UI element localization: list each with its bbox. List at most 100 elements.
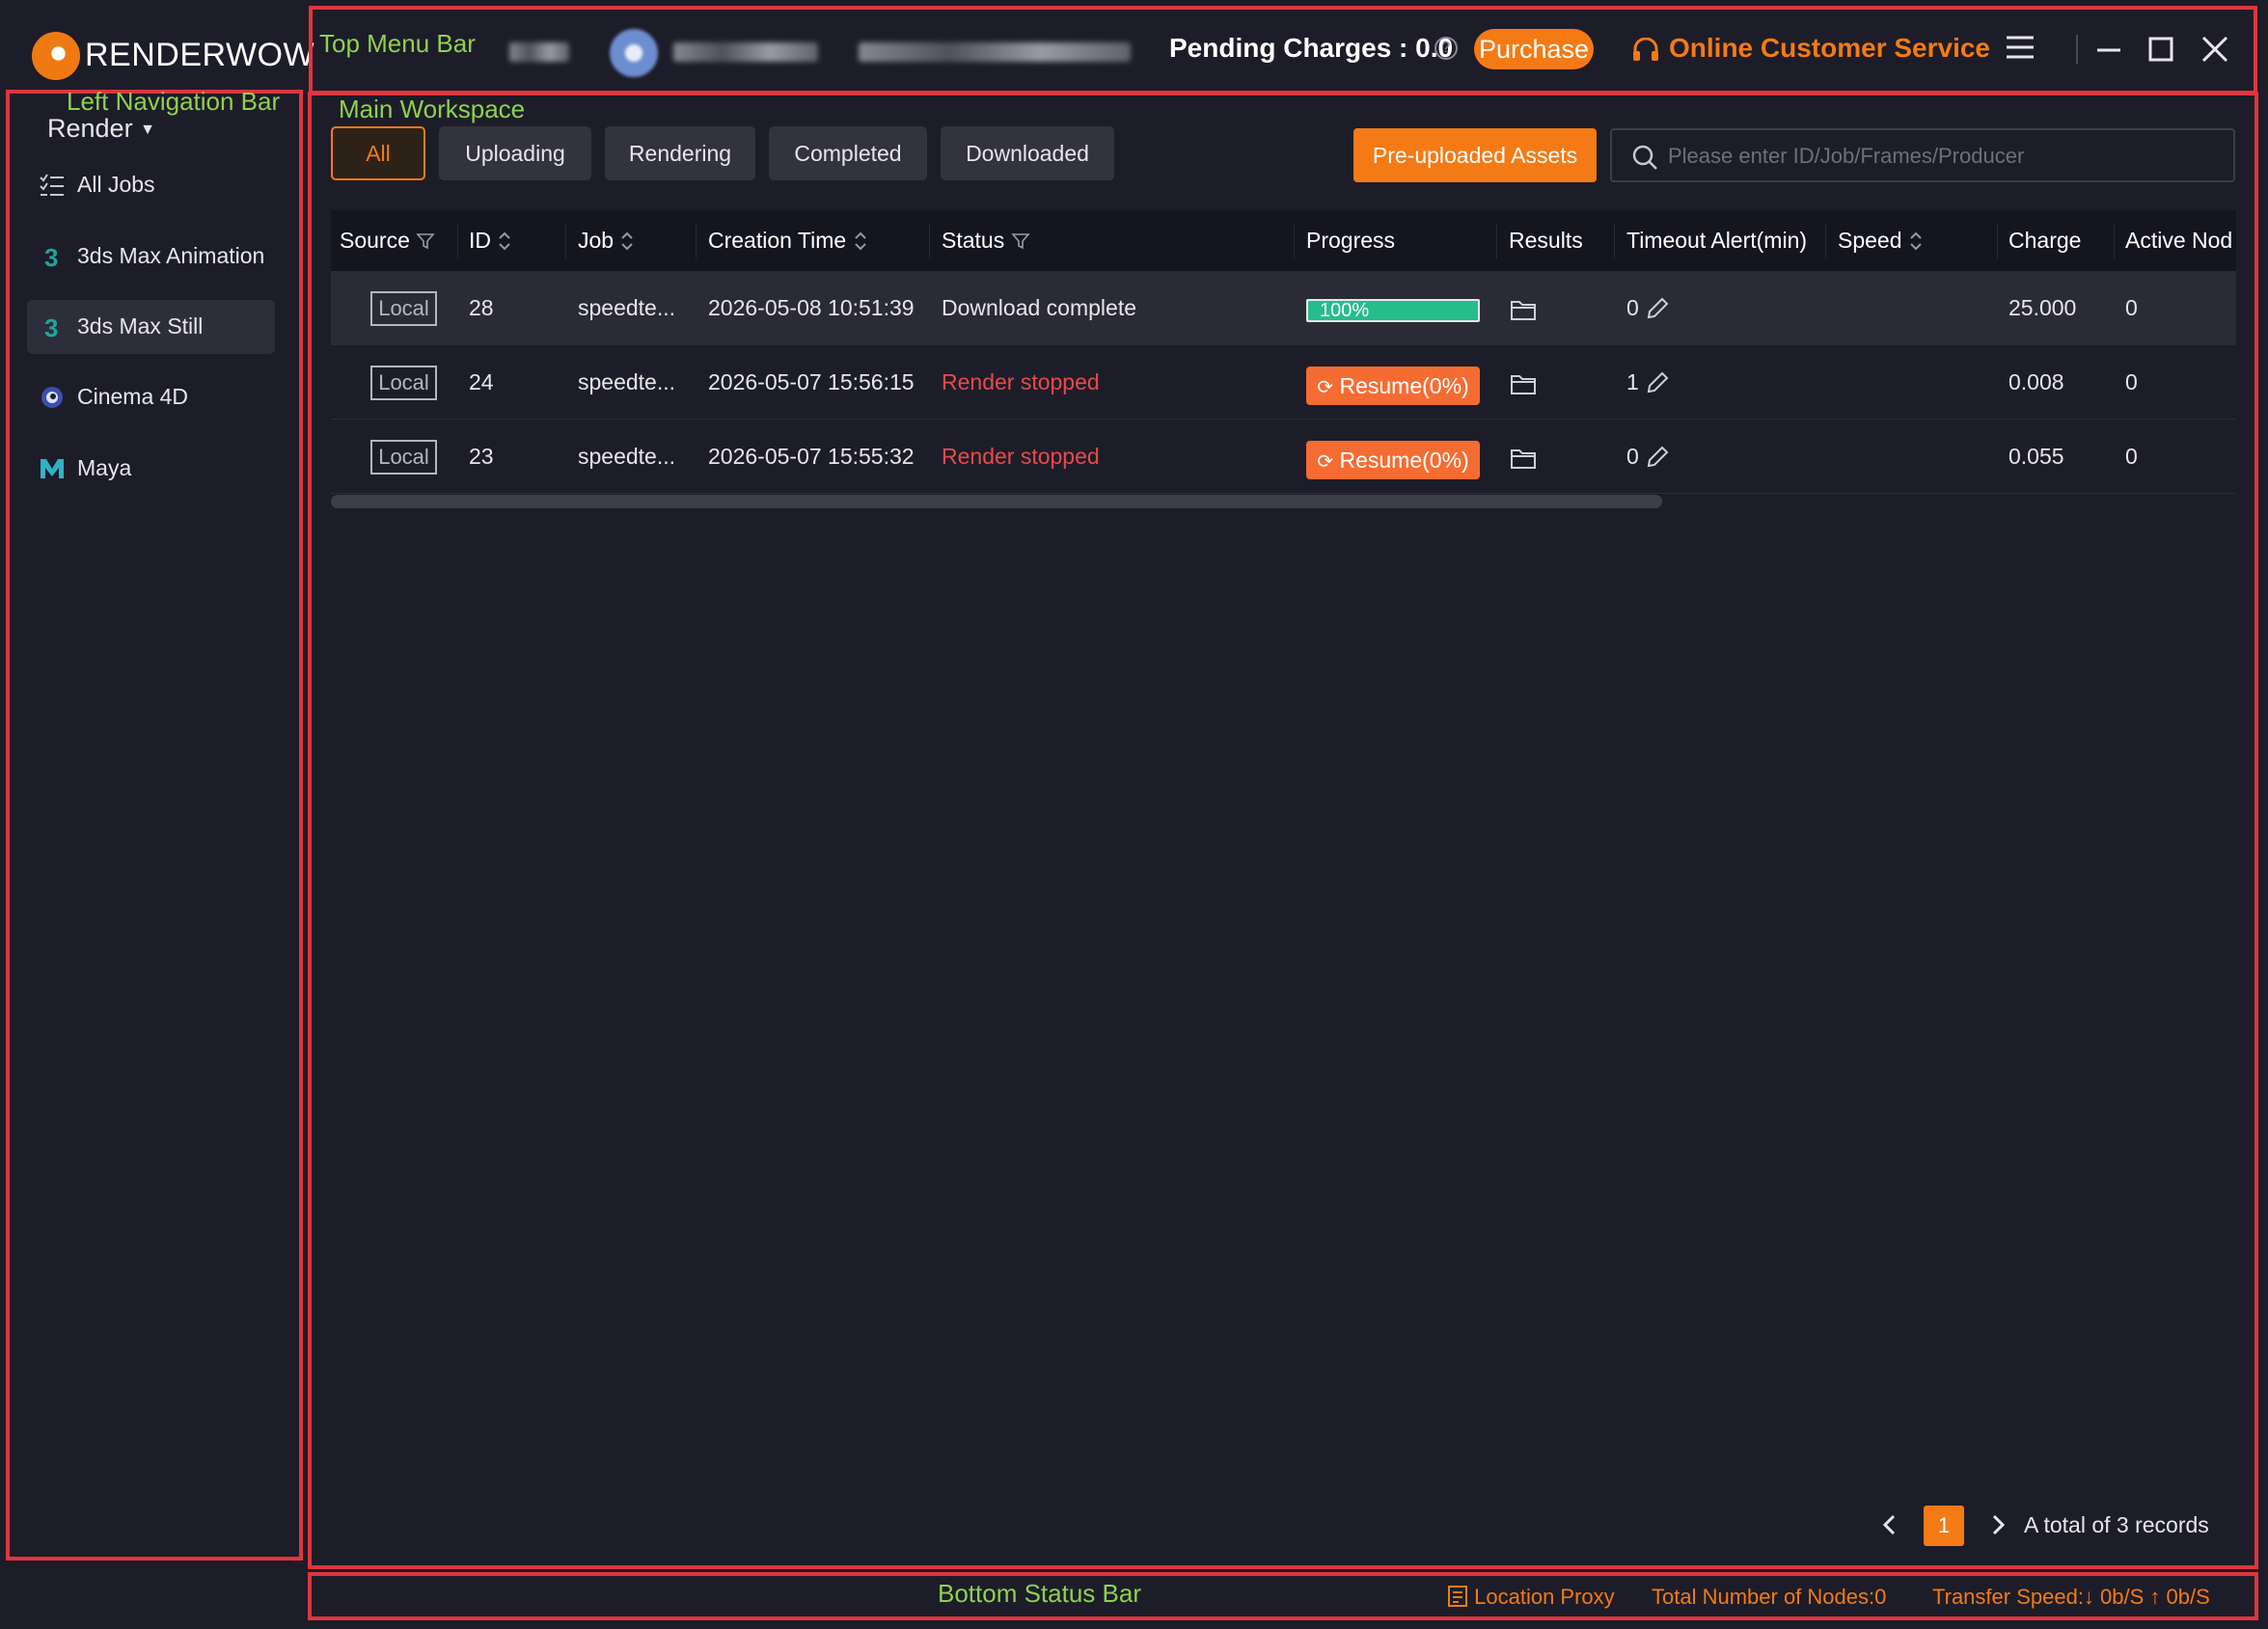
job-id: 28 (469, 295, 494, 320)
column-id[interactable]: ID (469, 210, 512, 271)
main-workspace-annotation: Main Workspace (339, 95, 526, 123)
sidebar-item-cinema-4d[interactable]: Cinema 4D (27, 370, 275, 424)
edit-icon[interactable] (1645, 296, 1670, 321)
column-status[interactable]: Status (942, 210, 1030, 271)
table-row[interactable]: Local 28 speedte... 2026-05-08 10:51:39 … (331, 271, 2236, 345)
column-label: Speed (1838, 228, 1902, 253)
purchase-button[interactable]: Purchase (1474, 29, 1594, 69)
column-divider (2114, 224, 2115, 258)
job-name: speedte... (578, 369, 676, 394)
column-divider (1294, 224, 1295, 258)
help-icon[interactable]: ? (1435, 37, 1458, 60)
creation-time: 2026-05-08 10:51:39 (708, 295, 915, 320)
sidebar-item-3ds-max-still[interactable]: 3 3ds Max Still (27, 300, 275, 354)
resume-label: Resume(0%) (1339, 448, 1469, 473)
charge-value: 0.008 (2008, 369, 2064, 394)
sort-icon[interactable] (497, 231, 512, 252)
column-label: Source (340, 228, 410, 253)
timeout-value: 0 (1626, 295, 1639, 320)
close-icon[interactable] (2196, 29, 2234, 68)
search-box (1610, 128, 2235, 182)
column-creation-time[interactable]: Creation Time (708, 210, 868, 271)
column-label: Job (578, 228, 615, 253)
sidebar-item-label: Cinema 4D (77, 384, 189, 409)
maximize-icon[interactable] (2142, 29, 2180, 68)
column-label: ID (469, 228, 491, 253)
job-name: speedte... (578, 444, 676, 469)
job-name: speedte... (578, 295, 676, 320)
source-tag: Local (370, 366, 437, 400)
search-input[interactable] (1666, 140, 2216, 173)
tab-rendering[interactable]: Rendering (605, 126, 755, 180)
caret-down-icon: ▼ (140, 122, 155, 138)
active-nodes-value: 0 (2125, 444, 2138, 469)
proxy-document-icon (1448, 1586, 1467, 1607)
sidebar-item-3ds-max-animation[interactable]: 3 3ds Max Animation (27, 230, 275, 284)
edit-icon[interactable] (1645, 370, 1670, 395)
table-row[interactable]: Local 24 speedte... 2026-05-07 15:56:15 … (331, 345, 2236, 420)
column-divider (1496, 224, 1497, 258)
timeout-value: 0 (1626, 444, 1639, 469)
renderwow-logo-icon (32, 32, 80, 80)
prev-page-icon[interactable] (1879, 1512, 1900, 1537)
customer-service-label: Online Customer Service (1669, 33, 1991, 63)
edit-icon[interactable] (1645, 445, 1670, 470)
tab-completed[interactable]: Completed (769, 126, 927, 180)
tab-all[interactable]: All (331, 126, 425, 180)
maya-icon (41, 459, 64, 478)
column-charge: Charge (2008, 228, 2082, 253)
sidebar-item-maya[interactable]: Maya (27, 442, 275, 496)
avatar[interactable] (610, 29, 658, 77)
resume-button[interactable]: ⟳ Resume(0%) (1306, 367, 1480, 405)
sidebar-item-label: 3ds Max Still (77, 313, 204, 339)
progress-label: 100% (1320, 300, 1370, 321)
sidebar-item-all-jobs[interactable]: All Jobs (27, 158, 275, 212)
resume-label: Resume(0%) (1339, 373, 1469, 398)
column-divider (1614, 224, 1615, 258)
column-divider (696, 224, 697, 258)
list-icon (40, 174, 64, 196)
svg-text:3: 3 (44, 243, 58, 270)
minimize-icon[interactable] (2090, 29, 2128, 68)
location-proxy-link[interactable]: Location Proxy (1447, 1585, 1615, 1610)
source-tag: Local (370, 440, 437, 475)
creation-time: 2026-05-07 15:55:32 (708, 444, 915, 469)
pre-uploaded-assets-button[interactable]: Pre-uploaded Assets (1353, 128, 1597, 182)
resume-button[interactable]: ⟳ Resume(0%) (1306, 441, 1480, 479)
column-progress: Progress (1306, 228, 1396, 253)
filter-icon[interactable] (1010, 231, 1030, 251)
top-menu-bar-annotation: Top Menu Bar (319, 29, 476, 58)
svg-text:3: 3 (44, 313, 58, 340)
table-row[interactable]: Local 23 speedte... 2026-05-07 15:55:32 … (331, 420, 2236, 494)
folder-icon[interactable] (1510, 447, 1537, 470)
sort-icon[interactable] (619, 231, 635, 252)
tab-uploading[interactable]: Uploading (439, 126, 591, 180)
tab-downloaded[interactable]: Downloaded (941, 126, 1114, 180)
sidebar-item-label: 3ds Max Animation (77, 243, 265, 268)
column-divider (565, 224, 566, 258)
active-nodes-value: 0 (2125, 369, 2138, 394)
column-timeout-alert: Timeout Alert(min) (1626, 228, 1808, 253)
online-customer-service-link[interactable]: Online Customer Service (1632, 33, 1990, 64)
folder-icon[interactable] (1510, 372, 1537, 395)
column-job[interactable]: Job (578, 210, 635, 271)
folder-icon[interactable] (1510, 298, 1537, 321)
column-divider (1997, 224, 1998, 258)
sidebar-item-label: Maya (77, 455, 132, 480)
app-logo-text: RENDERWOW (85, 37, 315, 73)
sort-icon[interactable] (1908, 231, 1924, 252)
sort-icon[interactable] (853, 231, 868, 252)
page-number-current[interactable]: 1 (1924, 1506, 1964, 1546)
horizontal-scrollbar[interactable] (331, 495, 1662, 508)
next-page-icon[interactable] (1987, 1512, 2008, 1537)
charge-value: 25.000 (2008, 295, 2077, 320)
column-source[interactable]: Source (340, 210, 436, 271)
redacted-username (509, 42, 569, 62)
column-speed[interactable]: Speed (1838, 210, 1924, 271)
render-section-dropdown[interactable]: Render ▼ (47, 114, 155, 144)
pending-charges: Pending Charges : 0.0 (1169, 33, 1454, 63)
column-divider (1825, 224, 1826, 258)
filter-icon[interactable] (416, 231, 436, 251)
status-text: Render stopped (942, 369, 1100, 394)
hamburger-menu-icon[interactable] (2003, 29, 2041, 68)
